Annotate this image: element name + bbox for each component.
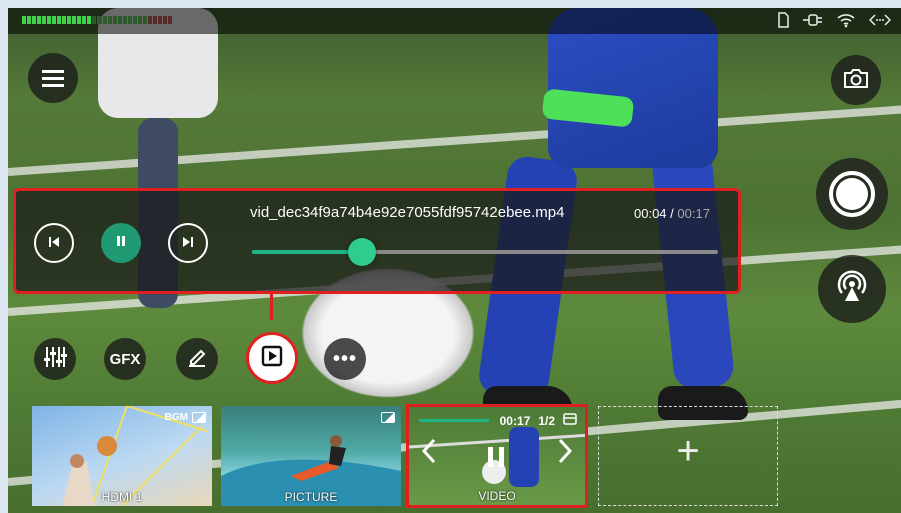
skip-previous-icon: [47, 235, 61, 252]
audio-level-meter: [22, 16, 172, 24]
wifi-icon: [837, 12, 855, 32]
duration: 00:17: [677, 206, 710, 221]
level-segment: [87, 16, 92, 24]
level-segment: [97, 16, 102, 24]
playback-time: 00:04 / 00:17: [634, 206, 710, 221]
source-badge: [381, 412, 395, 423]
media-player-button[interactable]: [246, 332, 298, 384]
pause-button[interactable]: [101, 223, 141, 263]
level-segment: [117, 16, 122, 24]
current-time: 00:04: [634, 206, 667, 221]
power-plug-icon: [803, 12, 823, 32]
level-segment: [102, 16, 107, 24]
previous-track-button[interactable]: [34, 223, 74, 263]
video-pause-button[interactable]: [485, 445, 507, 475]
level-segment: [67, 16, 72, 24]
video-next-arrow[interactable]: [557, 437, 573, 472]
code-brackets-icon: [868, 12, 892, 32]
level-segment: [22, 16, 27, 24]
plus-icon: +: [676, 429, 700, 473]
level-segment: [162, 16, 167, 24]
panel-connector: [270, 294, 273, 320]
video-time: 00:17: [499, 413, 531, 428]
bgm-badge: BGM: [164, 412, 188, 423]
level-segment: [77, 16, 82, 24]
source-badge: BGM: [165, 412, 206, 423]
sliders-icon: [43, 346, 67, 373]
draw-button[interactable]: [176, 338, 218, 380]
level-segment: [57, 16, 62, 24]
source-label: PICTURE: [284, 490, 338, 504]
video-info: 00:17 1/2: [500, 413, 577, 428]
level-segment: [147, 16, 152, 24]
level-segment: [37, 16, 42, 24]
video-progress: [419, 419, 489, 422]
media-filename: vid_dec34f9a74b4e92e7055fdf95742ebee.mp4: [250, 204, 565, 221]
menu-button[interactable]: [28, 53, 78, 103]
hamburger-icon: [42, 76, 64, 80]
snapshot-button[interactable]: [831, 55, 881, 105]
image-icon: [381, 412, 395, 423]
add-source-button[interactable]: +: [598, 406, 778, 506]
playlist-icon: [563, 413, 577, 428]
record-button[interactable]: [816, 158, 888, 230]
level-segment: [122, 16, 127, 24]
chevron-right-icon: [558, 438, 573, 464]
time-separator: /: [666, 206, 678, 221]
level-segment: [142, 16, 147, 24]
source-video[interactable]: 00:17 1/2 VIDEO: [406, 404, 588, 508]
broadcast-icon: [832, 267, 872, 312]
level-segment: [27, 16, 32, 24]
pen-icon: [186, 346, 208, 373]
next-track-button[interactable]: [168, 223, 208, 263]
play-box-icon: [261, 345, 283, 372]
source-label: VIDEO: [478, 489, 516, 503]
level-segment: [42, 16, 47, 24]
source-hdmi-1[interactable]: BGM HDMI 1: [32, 406, 212, 506]
level-segment: [132, 16, 137, 24]
status-icons: [777, 12, 892, 32]
video-page: 1/2: [538, 413, 555, 428]
chevron-left-icon: [421, 438, 436, 464]
level-segment: [137, 16, 142, 24]
pause-icon: [488, 447, 504, 467]
level-segment: [112, 16, 117, 24]
status-bar: [8, 8, 901, 34]
level-segment: [47, 16, 52, 24]
level-segment: [62, 16, 67, 24]
media-player-panel: vid_dec34f9a74b4e92e7055fdf95742ebee.mp4…: [13, 188, 741, 294]
level-segment: [82, 16, 87, 24]
source-label: HDMI 1: [101, 490, 143, 504]
gfx-button[interactable]: GFX: [104, 338, 146, 380]
level-segment: [157, 16, 162, 24]
more-button[interactable]: •••: [324, 338, 366, 380]
pause-icon: [114, 234, 128, 253]
camera-icon: [843, 67, 869, 94]
camera-preview: vid_dec34f9a74b4e92e7055fdf95742ebee.mp4…: [8, 8, 901, 513]
level-segment: [92, 16, 97, 24]
seek-bar-progress: [252, 250, 362, 254]
level-segment: [32, 16, 37, 24]
seek-bar-handle[interactable]: [347, 238, 376, 266]
seek-bar[interactable]: [252, 238, 718, 266]
image-icon: [192, 412, 206, 423]
level-segment: [107, 16, 112, 24]
live-stream-button[interactable]: [818, 255, 886, 323]
source-picture[interactable]: PICTURE: [221, 406, 401, 506]
level-segment: [72, 16, 77, 24]
skip-next-icon: [181, 235, 195, 252]
record-icon: [829, 171, 875, 217]
audio-mixer-button[interactable]: [34, 338, 76, 380]
level-segment: [152, 16, 157, 24]
level-segment: [52, 16, 57, 24]
level-segment: [167, 16, 172, 24]
level-segment: [127, 16, 132, 24]
video-prev-arrow[interactable]: [421, 437, 437, 472]
sd-card-icon: [777, 12, 789, 32]
